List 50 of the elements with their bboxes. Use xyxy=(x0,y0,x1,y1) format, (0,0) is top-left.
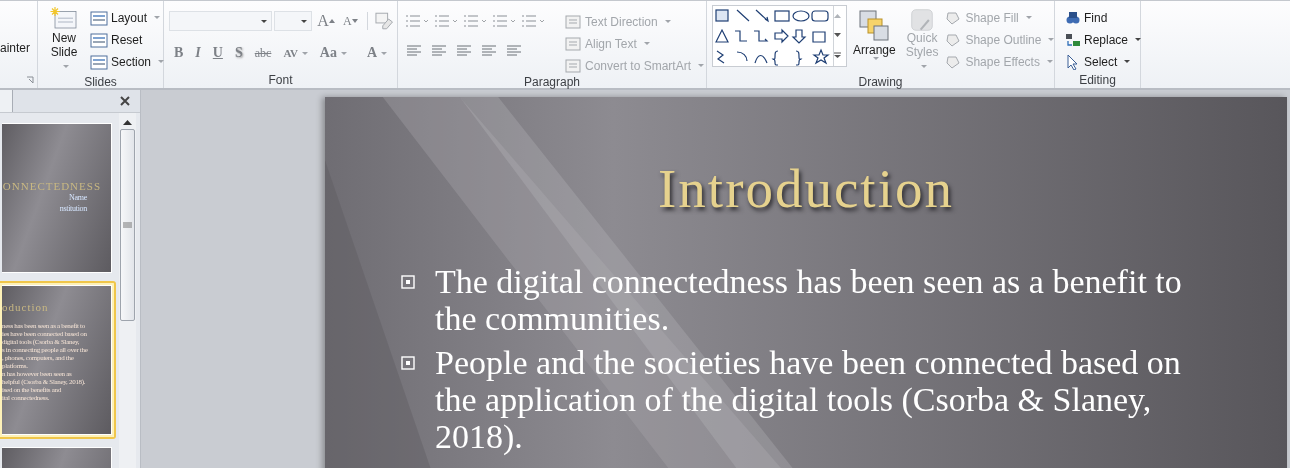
bullet-icon xyxy=(401,356,415,370)
format-button[interactable]: S xyxy=(229,43,248,63)
close-icon[interactable] xyxy=(120,96,130,106)
dialog-launcher-icon[interactable] xyxy=(26,76,34,84)
grip-icon xyxy=(123,222,132,228)
editing-menu-button[interactable]: Find xyxy=(1065,8,1142,27)
slide-title: Introduction xyxy=(658,159,954,219)
slide-thumbnail[interactable] xyxy=(0,281,116,439)
format-button[interactable]: abc xyxy=(249,43,277,63)
pane-tab[interactable] xyxy=(0,90,13,112)
group-label: Paragraph xyxy=(523,75,580,89)
thumbnail-text: nstitution xyxy=(59,203,87,214)
format-button[interactable]: B xyxy=(169,43,189,63)
group-label: Editing xyxy=(1079,72,1116,87)
bullet-text: People and the societies have been connected based on the application of the digital tools (Csorba & Slaney, 2018). xyxy=(435,344,1182,455)
bullet-icon xyxy=(401,275,415,289)
slides-menu-button[interactable]: Reset xyxy=(90,30,165,49)
format-button[interactable]: AV xyxy=(278,43,313,63)
thumbnail-title: ONNECTEDNESS xyxy=(2,180,101,192)
arrange-icon xyxy=(858,9,891,43)
scroll-down-icon[interactable] xyxy=(834,33,841,37)
font-name-field[interactable] xyxy=(169,11,273,31)
format-button[interactable]: A xyxy=(362,43,393,63)
slides-menu-button[interactable]: Section xyxy=(90,52,165,71)
format-painter-label[interactable]: ainter xyxy=(0,41,31,55)
down-caret-icon xyxy=(351,19,358,23)
format-button[interactable]: U xyxy=(207,43,228,63)
scroll-up-icon[interactable] xyxy=(123,119,132,125)
scrollbar[interactable] xyxy=(119,113,136,468)
group-label: Slides xyxy=(84,75,117,89)
up-caret-icon xyxy=(328,19,335,23)
group-label: Font xyxy=(268,73,293,88)
group-label: Drawing xyxy=(858,75,903,89)
arrange-button[interactable]: Arrange xyxy=(849,5,900,75)
editing-menu-button[interactable]: Select xyxy=(1065,52,1142,71)
shrink-font-button[interactable]: A xyxy=(339,11,361,31)
bullet-text: The digital connectedness has been seen as a benefit to the communities. xyxy=(435,263,1183,337)
thumbnail-text: Name xyxy=(69,192,87,203)
new-slide-button[interactable]: New Slide xyxy=(42,5,86,75)
more-icon[interactable] xyxy=(834,52,841,59)
format-button[interactable]: I xyxy=(190,43,206,63)
thumbnail-title: oduction xyxy=(2,301,50,313)
clear-formatting-icon[interactable] xyxy=(373,12,393,30)
slides-menu-button[interactable]: Layout xyxy=(90,8,165,27)
format-button[interactable]: Aa xyxy=(314,43,352,63)
grow-font-button[interactable]: A xyxy=(314,11,338,31)
font-size-field[interactable] xyxy=(274,11,313,31)
bullets-icon[interactable] xyxy=(404,13,430,29)
shapes-gallery[interactable] xyxy=(712,5,847,67)
editing-menu-button[interactable]: Replace xyxy=(1065,30,1142,49)
